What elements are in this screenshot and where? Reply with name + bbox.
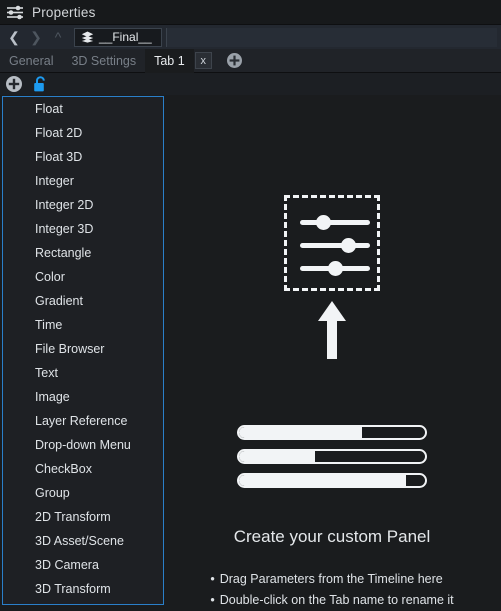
toolbar: [0, 73, 501, 95]
progress-bar-fill: [239, 451, 316, 462]
slider-knob: [341, 238, 356, 253]
menu-item-time[interactable]: Time: [3, 313, 163, 337]
breadcrumb[interactable]: __Final__: [74, 27, 162, 47]
chevron-up-icon[interactable]: ^: [48, 26, 68, 48]
menu-item-drop-down-menu[interactable]: Drop-down Menu: [3, 433, 163, 457]
breadcrumb-label: __Final__: [99, 30, 152, 44]
menu-item-rectangle[interactable]: Rectangle: [3, 241, 163, 265]
menu-item-integer-3d[interactable]: Integer 3D: [3, 217, 163, 241]
menu-item-file-browser[interactable]: File Browser: [3, 337, 163, 361]
menu-item-float-3d[interactable]: Float 3D: [3, 145, 163, 169]
breadcrumb-empty-area: [165, 27, 497, 47]
slider-track: [300, 243, 370, 248]
menu-item-group[interactable]: Group: [3, 481, 163, 505]
illustration-slider-3: [300, 261, 370, 276]
hint-rename-tab: Double-click on the Tab name to rename i…: [210, 590, 454, 611]
menu-item-integer-2d[interactable]: Integer 2D: [3, 193, 163, 217]
navigation-bar: ❮ ❯ ^ __Final__: [0, 25, 501, 49]
progress-bar: [237, 449, 427, 464]
menu-item-3d-transform[interactable]: 3D Transform: [3, 577, 163, 601]
menu-item-color[interactable]: Color: [3, 265, 163, 289]
dashed-panel-outline: [284, 195, 380, 291]
menu-item-layer-reference[interactable]: Layer Reference: [3, 409, 163, 433]
tab-3d-settings[interactable]: 3D Settings: [62, 49, 145, 73]
progress-bar: [237, 425, 427, 440]
menu-item-3d-asset-scene[interactable]: 3D Asset/Scene: [3, 529, 163, 553]
menu-item-text[interactable]: Text: [3, 361, 163, 385]
layers-icon: [81, 31, 94, 43]
progress-bar-fill: [239, 475, 407, 486]
illustration-slider-1: [300, 215, 370, 230]
tab-close-button[interactable]: x: [194, 52, 212, 69]
progress-bar: [237, 473, 427, 488]
chevron-right-icon[interactable]: ❯: [26, 26, 46, 48]
empty-state-hints: Drag Parameters from the Timeline here D…: [210, 569, 454, 611]
hint-drag-parameters: Drag Parameters from the Timeline here: [210, 569, 453, 590]
illustration-slider-2: [300, 238, 370, 253]
sliders-icon: [6, 5, 25, 20]
chevron-left-icon[interactable]: ❮: [4, 26, 24, 48]
progress-bar-fill: [239, 427, 362, 438]
menu-item-integer[interactable]: Integer: [3, 169, 163, 193]
parameter-type-menu[interactable]: Float Float 2D Float 3D Integer Integer …: [2, 96, 164, 605]
tab-tab-1[interactable]: Tab 1: [145, 48, 194, 73]
tab-bar: General 3D Settings Tab 1 x: [0, 48, 501, 73]
unlock-icon[interactable]: [31, 75, 50, 94]
properties-panel: Properties ❮ ❯ ^ __Final__ General 3D Se…: [0, 0, 501, 611]
menu-item-image[interactable]: Image: [3, 385, 163, 409]
panel-sliders-icon: [232, 195, 432, 411]
menu-item-float-2d[interactable]: Float 2D: [3, 121, 163, 145]
menu-item-float[interactable]: Float: [3, 97, 163, 121]
menu-item-3d-camera[interactable]: 3D Camera: [3, 553, 163, 577]
empty-state-title: Create your custom Panel: [233, 527, 431, 546]
slider-track: [300, 220, 370, 225]
tab-general[interactable]: General: [0, 49, 62, 73]
add-tab-button[interactable]: [226, 52, 244, 70]
slider-knob: [316, 215, 331, 230]
titlebar: Properties: [0, 0, 501, 25]
slider-knob: [328, 261, 343, 276]
menu-item-gradient[interactable]: Gradient: [3, 289, 163, 313]
progress-bar-group: [237, 425, 427, 497]
arrow-up-icon: [318, 301, 346, 359]
empty-state-panel: Create your custom Panel Drag Parameters…: [163, 95, 501, 611]
add-parameter-button[interactable]: [4, 75, 23, 94]
menu-item-2d-transform[interactable]: 2D Transform: [3, 505, 163, 529]
menu-item-checkbox[interactable]: CheckBox: [3, 457, 163, 481]
window-title: Properties: [32, 4, 96, 20]
